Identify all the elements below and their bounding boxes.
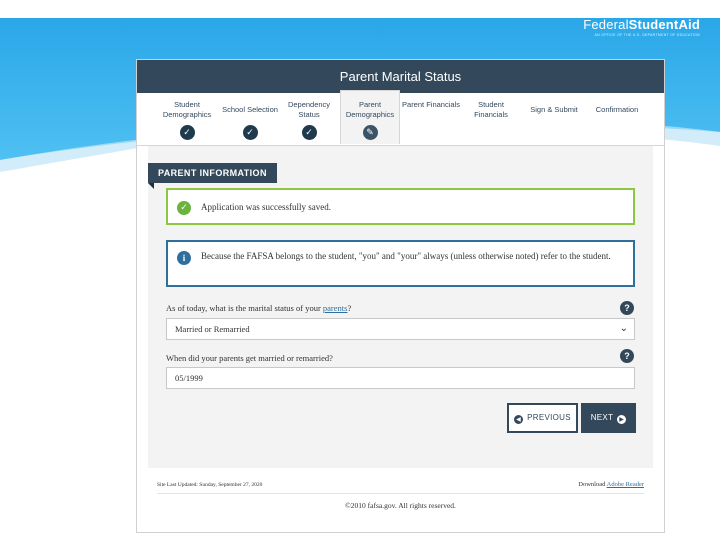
- step-label: Student Financials: [474, 100, 508, 119]
- step-parent-financials[interactable]: Parent Financials: [402, 93, 460, 146]
- step-label: Confirmation: [595, 105, 639, 114]
- progress-steps: Student Demographics ✓ School Selection …: [137, 90, 664, 146]
- arrow-right-icon: ▶: [617, 415, 627, 424]
- last-updated-text: Site Last Updated: Sunday, September 27,…: [157, 482, 263, 488]
- next-label: NEXT: [590, 413, 614, 422]
- marital-status-label: As of today, what is the marital status …: [166, 303, 351, 313]
- step-label: Student Demographics: [162, 100, 212, 119]
- step-label: Sign & Submit: [530, 105, 578, 114]
- check-icon: ✓: [301, 125, 317, 140]
- previous-label: PREVIOUS: [527, 413, 571, 422]
- brand-subtitle: AN OFFICE OF THE U.S. DEPARTMENT OF EDUC…: [594, 33, 700, 37]
- fafsa-form-panel: Parent Marital Status Student Demographi…: [136, 59, 665, 533]
- step-label: School Selection: [222, 105, 278, 114]
- adobe-reader-link[interactable]: Adobe Reader: [607, 481, 644, 488]
- download-reader: Download Adobe Reader: [578, 481, 644, 488]
- next-button[interactable]: NEXT ▶: [581, 403, 636, 433]
- help-marriage-date-button[interactable]: ?: [620, 349, 634, 363]
- section-tag-parent-information: PARENT INFORMATION: [148, 163, 277, 189]
- success-alert: ✓ Application was successfully saved.: [166, 188, 635, 225]
- marital-question-prefix: As of today, what is the marital status …: [166, 303, 321, 313]
- copyright-text: ©2010 fafsa.gov. All rights reserved.: [345, 501, 456, 510]
- marriage-date-value: 05/1999: [175, 373, 203, 383]
- arrow-left-icon: ◀: [514, 415, 524, 424]
- step-dependency-status[interactable]: Dependency Status ✓: [283, 93, 335, 146]
- pencil-icon: ✎: [362, 125, 378, 140]
- footer-divider: [157, 493, 644, 494]
- help-marital-status-button[interactable]: ?: [620, 301, 634, 315]
- check-icon: ✓: [179, 125, 195, 140]
- step-label: Parent Financials: [402, 100, 460, 109]
- brand-name-part2: StudentAid: [628, 17, 700, 32]
- download-prefix: Download: [578, 481, 606, 488]
- step-school-selection[interactable]: School Selection ✓: [219, 93, 281, 146]
- step-confirmation[interactable]: Confirmation: [585, 93, 649, 146]
- marital-status-select[interactable]: Married or Remarried ⌄: [166, 318, 635, 340]
- check-circle-icon: ✓: [177, 201, 191, 215]
- success-message: Application was successfully saved.: [201, 202, 331, 212]
- info-icon: i: [177, 251, 191, 265]
- step-sign-submit[interactable]: Sign & Submit: [520, 93, 588, 146]
- federal-student-aid-logo: FederalStudentAid AN OFFICE OF THE U.S. …: [583, 17, 700, 37]
- page-title: Parent Marital Status: [137, 60, 664, 93]
- marital-status-value: Married or Remarried: [175, 324, 250, 334]
- info-message: Because the FAFSA belongs to the student…: [201, 251, 611, 261]
- brand-name-part1: Federal: [583, 17, 629, 32]
- check-icon: ✓: [242, 125, 258, 140]
- step-label: Parent Demographics: [345, 100, 395, 119]
- chevron-down-icon: ⌄: [619, 323, 628, 334]
- parents-link[interactable]: parents: [323, 303, 348, 313]
- step-label: Dependency Status: [287, 100, 331, 119]
- previous-button[interactable]: ◀ PREVIOUS: [507, 403, 578, 433]
- marriage-date-input[interactable]: 05/1999: [166, 367, 635, 389]
- marriage-date-label: When did your parents get married or rem…: [166, 353, 333, 363]
- marital-question-suffix: ?: [347, 303, 352, 313]
- step-student-demographics[interactable]: Student Demographics ✓: [153, 93, 221, 146]
- step-parent-demographics[interactable]: Parent Demographics ✎: [340, 90, 400, 144]
- step-student-financials[interactable]: Student Financials: [465, 93, 517, 146]
- info-alert: i Because the FAFSA belongs to the stude…: [166, 240, 635, 287]
